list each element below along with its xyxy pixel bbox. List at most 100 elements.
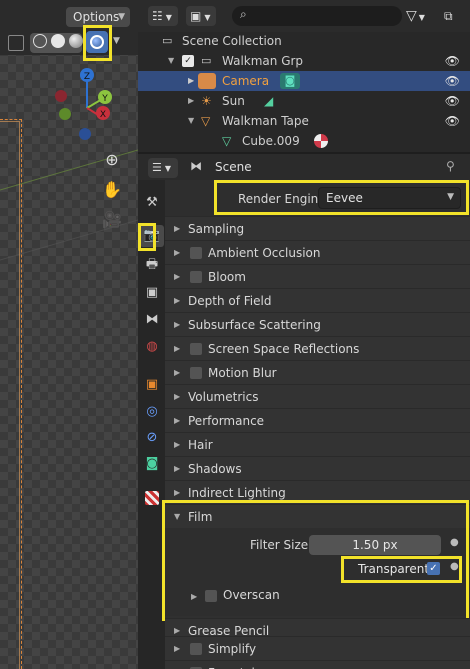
section-depth-of-field[interactable]: ▶ Depth of Field [165,288,470,312]
viewport-header: Options ▼ [0,0,138,32]
expand-arrow-icon: ▶ [174,248,181,257]
constraints-tab-icon[interactable]: ⊘ [140,427,164,449]
editor-type-button[interactable]: ☰ ▼ [148,158,178,178]
chevron-down-icon: ▼ [418,13,425,22]
camera-data-tab-icon[interactable]: ◙ [140,453,164,475]
material-icon[interactable] [314,134,328,148]
object-tab-icon[interactable]: ▣ [140,374,164,396]
overlay-toggle-icon[interactable] [8,35,24,51]
search-input[interactable]: ⌕ [232,6,402,26]
section-label: Motion Blur [208,366,277,380]
new-collection-icon[interactable]: ⧉ [444,6,464,26]
physics-tab-icon[interactable]: ◎ [140,401,164,423]
navigation-gizmo[interactable]: Z Y X [52,66,122,140]
viewport-3d[interactable]: Options ▼ ▼ Z Y X ⊕ ✋ 🎥 [0,0,138,669]
section-bloom[interactable]: ▶ Bloom [165,264,470,288]
section-label: Hair [188,438,213,452]
row-label: Sun [222,94,245,108]
light-data-icon[interactable]: ◢ [264,91,273,111]
collection-icon: ▭ [162,34,173,47]
highlight-box [341,556,462,583]
eye-icon[interactable]: 👁 [445,91,460,111]
properties-tabs: ⚒ 📷 🖶 ▣ ⧓ ◍ ▣ ◎ ⊘ ◙ [138,180,165,669]
section-shadows[interactable]: ▶ Shadows [165,456,470,480]
properties-editor: ☰ ▼ ⧓ Scene ⚲ ⚒ 📷 🖶 ▣ ⧓ ◍ ▣ ◎ ⊘ ◙ Render … [138,152,470,669]
eye-icon[interactable]: 👁 [445,51,460,71]
mesh-data-icon: ▽ [222,134,232,148]
section-volumetrics[interactable]: ▶ Volumetrics [165,384,470,408]
checkbox[interactable] [190,643,202,655]
wireframe-shading-icon[interactable] [33,34,47,48]
outliner-row-scene-collection[interactable]: ▭ Scene Collection [138,31,470,51]
camera-view-icon[interactable]: 🎥 [100,208,124,232]
checkbox[interactable] [190,367,202,379]
gizmo-y-label: Y [101,94,108,104]
material-shading-icon[interactable] [69,34,83,48]
section-simplify[interactable]: ▶ Simplify [165,636,470,660]
solid-shading-icon[interactable] [51,34,65,48]
pin-icon[interactable]: ⚲ [446,159,455,173]
section-label: Bloom [208,270,246,284]
section-subsurface-scattering[interactable]: ▶ Subsurface Scattering [165,312,470,336]
outliner-row-sun[interactable]: ▶ ☀ Sun ◢ 👁 [138,91,470,111]
expand-arrow-icon[interactable]: ▼ [188,111,194,131]
outliner-row-walkman-tape[interactable]: ▼ ▽ Walkman Tape 👁 [138,111,470,131]
empty-object-icon: ▽ [201,114,211,128]
section-ambient-occlusion[interactable]: ▶ Ambient Occlusion [165,240,470,264]
row-label: Scene Collection [182,34,282,48]
camera-frame [0,119,22,669]
search-icon: ⌕ [240,7,247,21]
section-freestyle[interactable]: ▶ Freestyle [165,660,470,669]
chevron-down-icon: ▼ [204,13,211,22]
outliner-header: ☷ ▼ ▣ ▼ ⌕ ▽ ▼ ⧉ [138,0,470,32]
expand-arrow-icon: ▶ [174,644,181,653]
section-hair[interactable]: ▶ Hair [165,432,470,456]
outliner-row-walkman-grp[interactable]: ▼ ✓ ▭ Walkman Grp 👁 [138,51,470,71]
expand-arrow-icon: ▶ [174,344,181,353]
camera-data-icon[interactable]: ◙ [280,73,300,89]
checkbox[interactable] [190,271,202,283]
expand-arrow-icon: ▶ [174,440,181,449]
chevron-down-icon: ▼ [165,13,172,22]
section-label: Shadows [188,462,242,476]
section-sampling[interactable]: ▶ Sampling [165,216,470,240]
filter-button[interactable]: ▽ ▼ [406,6,436,26]
chevron-down-icon[interactable]: ▼ [113,36,120,46]
zoom-icon[interactable]: ⊕ [100,148,124,172]
scene-tab-icon[interactable]: ⧓ [140,309,164,331]
expand-arrow-icon: ▶ [174,320,181,329]
chevron-down-icon: ▼ [164,164,172,173]
eye-icon[interactable]: 👁 [445,111,460,131]
eye-icon[interactable]: 👁 [445,71,460,91]
section-screen-space-reflections[interactable]: ▶ Screen Space Reflections [165,336,470,360]
section-label: Freestyle [208,661,262,669]
checkbox[interactable] [190,247,202,259]
outliner-row-camera[interactable]: ▶ Camera ◙ 👁 [138,71,470,91]
section-motion-blur[interactable]: ▶ Motion Blur [165,360,470,384]
outliner-row-cube[interactable]: ▽ Cube.009 [138,131,470,151]
editor-type-button[interactable]: ☷ ▼ [148,6,178,26]
section-label: Subsurface Scattering [188,318,321,332]
checkbox[interactable] [190,343,202,355]
camera-object-icon [198,73,216,89]
expand-arrow-icon[interactable]: ▶ [188,91,194,111]
display-mode-button[interactable]: ▣ ▼ [186,6,216,26]
expand-arrow-icon[interactable]: ▶ [188,71,194,91]
highlight-box [214,180,469,215]
section-performance[interactable]: ▶ Performance [165,408,470,432]
pan-hand-icon[interactable]: ✋ [100,178,124,202]
output-tab-icon[interactable]: 🖶 [140,254,164,276]
section-label: Sampling [188,222,245,236]
expand-arrow-icon: ▶ [174,392,181,401]
expand-arrow-icon[interactable]: ▼ [168,51,174,71]
section-label: Depth of Field [188,294,272,308]
view-layer-tab-icon[interactable]: ▣ [140,282,164,304]
properties-header: ☰ ▼ ⧓ Scene ⚲ [138,152,470,180]
options-button[interactable]: Options ▼ [66,7,130,27]
checkbox-icon[interactable]: ✓ [182,55,194,67]
tool-tab-icon[interactable]: ⚒ [140,192,164,214]
expand-arrow-icon: ▶ [174,368,181,377]
world-tab-icon[interactable]: ◍ [140,336,164,358]
texture-tab-icon[interactable] [145,491,159,505]
expand-arrow-icon: ▶ [174,661,180,669]
